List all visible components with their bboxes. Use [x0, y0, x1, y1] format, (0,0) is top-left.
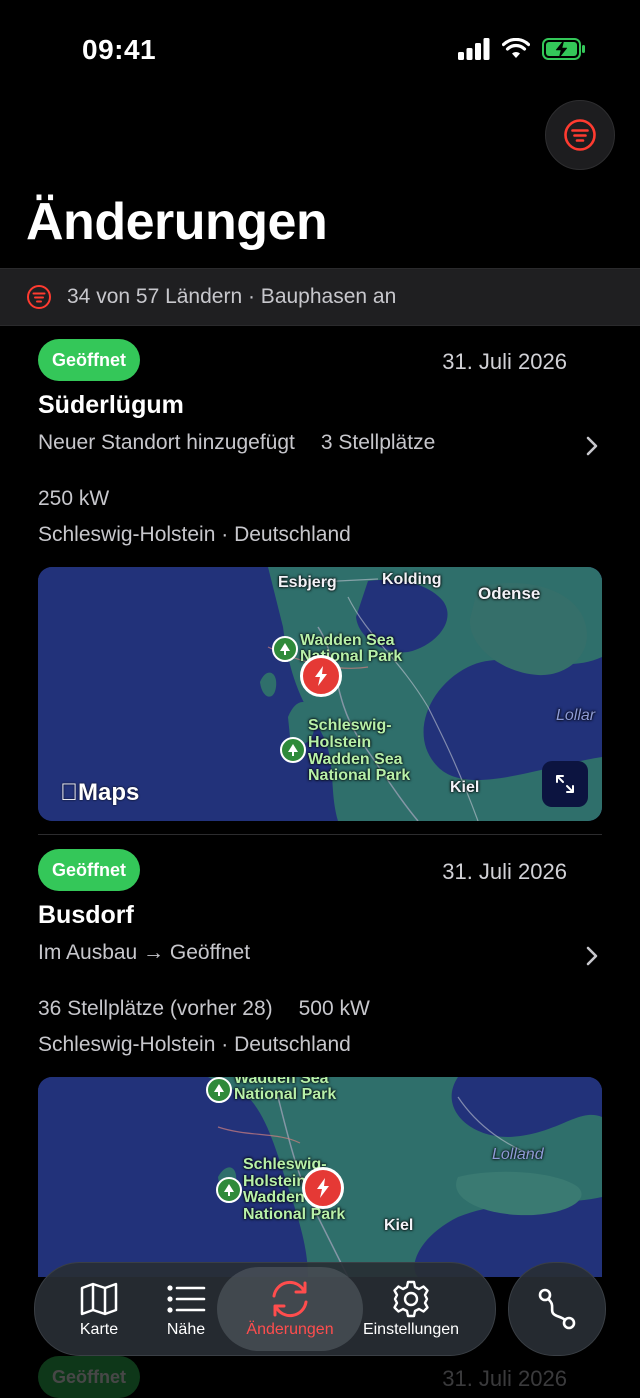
park-icon [272, 636, 298, 662]
tab-einstellungen[interactable]: Einstellungen [353, 1263, 469, 1355]
station-details: 250 kW [38, 487, 109, 511]
filter-summary-text: 34 von 57 Ländern · Bauphasen an [67, 285, 397, 308]
station-name: Busdorf [38, 901, 134, 929]
chevron-right-icon[interactable] [584, 945, 600, 967]
map-label-sh-2: Holstein [243, 1173, 307, 1190]
entry-date: 31. Juli 2026 [442, 1366, 567, 1391]
power-value: 500 kW [298, 997, 370, 1020]
tab-naehe[interactable]: Nähe [147, 1263, 225, 1355]
region-text: Schleswig-Holstein · Deutschland [38, 523, 351, 546]
stalls-value: 36 Stellplätze (vorher 28) [38, 997, 273, 1020]
park-icon [280, 737, 306, 763]
battery-charging-icon [542, 38, 585, 60]
tab-label: Änderungen [246, 1321, 334, 1338]
status-bar: 09:41 [0, 0, 640, 100]
filter-small-icon [26, 284, 52, 310]
entry-date: 31. Juli 2026 [442, 859, 567, 884]
entry-date: 31. Juli 2026 [442, 349, 567, 374]
apple-maps-logo: Maps [60, 779, 139, 807]
power-value: 250 kW [38, 487, 110, 510]
park-icon [206, 1077, 232, 1103]
expand-icon [556, 775, 574, 793]
filter-icon [564, 119, 596, 151]
change-text: Neuer Standort hinzugefügt [38, 431, 295, 454]
status-time: 09:41 [82, 34, 157, 65]
status-badge: Geöffnet [38, 339, 140, 381]
change-extra: 3 Stellplätze [320, 431, 436, 454]
tab-label: Einstellungen [362, 1321, 460, 1338]
next-entry-peek: Geöffnet 31. Juli 2026 [0, 1356, 640, 1398]
map-label-sh-3: Wadden Sea [308, 751, 403, 768]
page-title: Änderungen [26, 193, 328, 251]
map-label-kiel: Kiel [450, 779, 480, 796]
route-icon [538, 1288, 576, 1330]
tab-label: Karte [79, 1321, 119, 1338]
entry-divider [38, 834, 602, 835]
status-badge: Geöffnet [38, 1356, 140, 1398]
filter-button[interactable] [545, 100, 615, 170]
gear-icon [391, 1279, 431, 1319]
apple-logo-icon:  [60, 779, 78, 806]
wifi-icon [502, 38, 530, 58]
map-label-wadden-2: National Park [234, 1086, 337, 1103]
map-label-lolland: Lollar [556, 707, 596, 724]
map-label-sh-4: National Park [308, 767, 411, 784]
chevron-right-icon[interactable] [584, 435, 600, 457]
map-label-kolding: Kolding [382, 571, 442, 588]
change-text: Im Ausbau → Geöffnet [38, 941, 251, 964]
cellular-signal-icon [458, 38, 490, 60]
expand-map-button[interactable] [542, 761, 588, 807]
map-label-wadden-1: Wadden Sea [300, 632, 395, 649]
tab-aenderungen[interactable]: Änderungen [231, 1263, 349, 1355]
map-label-sh-4: National Park [243, 1206, 346, 1223]
tab-label: Nähe [166, 1321, 206, 1338]
change-entry[interactable]: Geöffnet 31. Juli 2026 Süderlügum Neuer … [0, 339, 640, 829]
status-icons [458, 38, 586, 60]
region-text: Schleswig-Holstein · Deutschland [38, 1033, 351, 1056]
list-icon [166, 1279, 206, 1319]
tab-bar: Karte Nähe Änderungen Einstellungen [34, 1262, 496, 1356]
charger-pin-icon[interactable] [302, 1167, 344, 1209]
map-label-odense: Odense [478, 584, 541, 603]
tab-karte[interactable]: Karte [57, 1263, 141, 1355]
sync-icon [268, 1279, 312, 1319]
status-badge: Geöffnet [38, 849, 140, 891]
maps-brand: Maps [60, 779, 139, 806]
map-preview[interactable]: Esbjerg Kolding Odense Wadden Sea Nation… [38, 567, 602, 821]
map-label-sh-1: Schleswig- [308, 717, 392, 734]
filter-summary-bar[interactable]: 34 von 57 Ländern · Bauphasen an [0, 268, 640, 326]
change-entry[interactable]: Geöffnet 31. Juli 2026 Busdorf Im Ausbau… [0, 849, 640, 1277]
change-description: Neuer Standort hinzugefügt 3 Stellplätze [38, 431, 435, 455]
map-label-lolland: Lolland [492, 1146, 544, 1163]
park-icon [216, 1177, 242, 1203]
map-label-esbjerg: Esbjerg [278, 574, 337, 591]
map-label-kiel: Kiel [384, 1217, 414, 1234]
station-name: Süderlügum [38, 391, 184, 419]
change-description: Im Ausbau → Geöffnet [38, 941, 250, 965]
charger-pin-icon[interactable] [300, 655, 342, 697]
map-label-sh-2: Holstein [308, 734, 372, 751]
route-button[interactable] [508, 1262, 606, 1356]
map-label-sh-3: Wadden [243, 1189, 305, 1206]
station-details: 36 Stellplätze (vorher 28) 500 kW [38, 997, 370, 1021]
map-preview[interactable]: Wadden Sea National Park Schleswig- Hols… [38, 1077, 602, 1277]
map-icon [80, 1279, 118, 1319]
